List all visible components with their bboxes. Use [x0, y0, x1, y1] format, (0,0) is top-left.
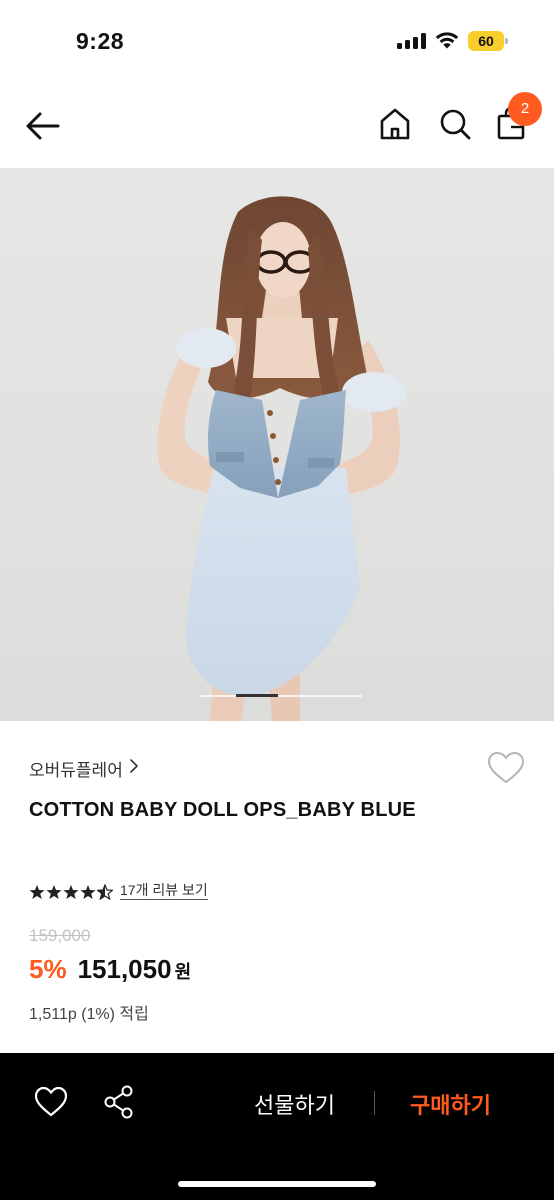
search-icon[interactable] [438, 106, 472, 142]
wifi-icon [435, 32, 459, 49]
original-price: 159,000 [29, 926, 91, 945]
carousel-indicator-thumb [236, 694, 278, 697]
product-photo [157, 196, 406, 721]
rating-stars [29, 884, 113, 900]
discount-rate: 5% [29, 954, 67, 984]
signal-icon [397, 33, 427, 49]
star-full-icon [29, 885, 45, 899]
product-title: COTTON BABY DOLL OPS_BABY BLUE [29, 799, 416, 821]
product-image[interactable] [0, 168, 554, 721]
product-detail-page: 9:28 60 2 오버듀플레어 COTTON BABY DOLL OPS_BA… [0, 0, 554, 1200]
share-icon[interactable] [103, 1085, 135, 1119]
carousel-indicator [200, 695, 362, 697]
heart-outline-icon[interactable] [34, 1086, 68, 1118]
reward-points: 1,511p (1%) 적립 [29, 1006, 149, 1023]
cart-count-badge: 2 [508, 92, 542, 126]
chevron-right-icon[interactable] [129, 758, 139, 774]
price-row: 5% 151,050 원 [29, 954, 191, 988]
battery-level: 60 [478, 33, 494, 49]
star-half-icon [97, 884, 113, 900]
divider [374, 1091, 375, 1115]
gift-button[interactable]: 선물하기 [254, 1088, 335, 1120]
buy-button[interactable]: 구매하기 [410, 1088, 491, 1120]
star-full-icon [63, 885, 79, 899]
currency-unit: 원 [174, 962, 192, 982]
status-bar: 9:28 60 [0, 0, 554, 84]
brand-name-link[interactable]: 오버듀플레어 [29, 756, 123, 781]
battery-icon: 60 [468, 31, 508, 51]
sale-price: 151,050 [77, 954, 172, 984]
top-navigation: 2 [0, 84, 554, 168]
bottom-action-bar: 선물하기 구매하기 [0, 1053, 554, 1200]
review-link[interactable]: 17개 리뷰 보기 [120, 881, 208, 900]
home-indicator[interactable] [178, 1181, 376, 1187]
back-arrow-icon[interactable] [24, 108, 62, 144]
wishlist-heart-icon[interactable] [487, 751, 525, 785]
star-full-icon [80, 885, 96, 899]
status-time: 9:28 [76, 28, 125, 54]
home-icon[interactable] [378, 106, 412, 142]
star-full-icon [46, 885, 62, 899]
